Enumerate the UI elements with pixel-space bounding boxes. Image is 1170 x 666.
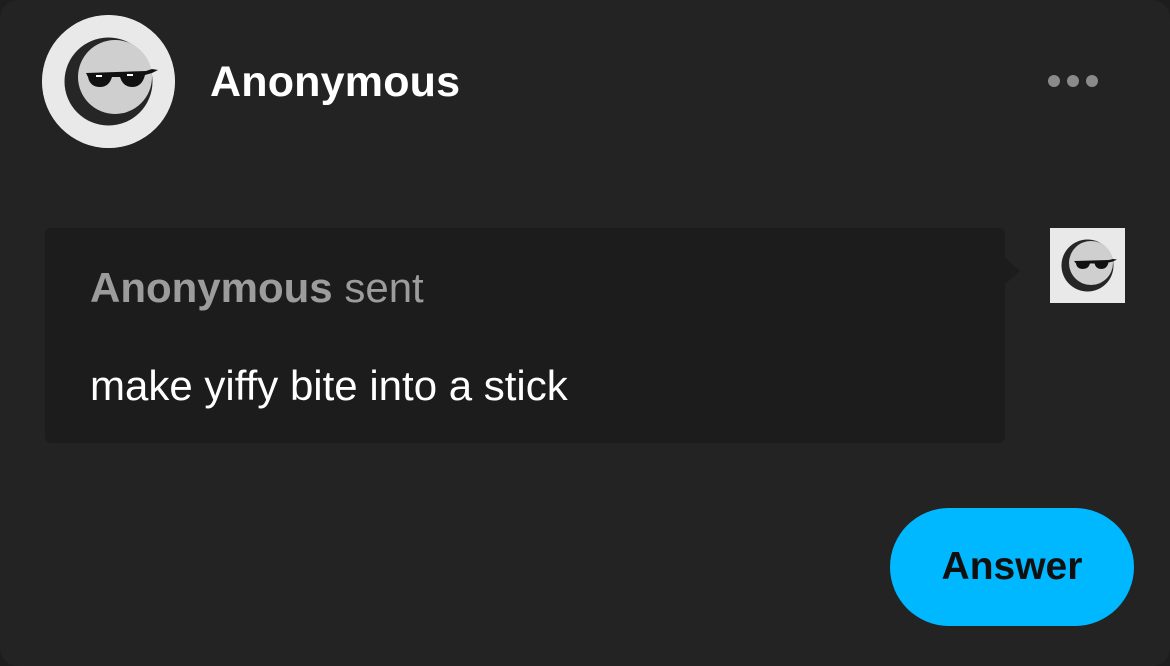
avatar[interactable] [42,15,175,148]
answer-button[interactable]: Answer [890,508,1134,626]
sender-avatar[interactable] [1050,228,1125,303]
more-horizontal-icon-dot [1067,75,1079,87]
more-horizontal-icon-dot [1086,75,1098,87]
anonymous-sunglasses-icon [1050,228,1125,303]
sender-line: Anonymous sent [90,264,424,312]
anonymous-sunglasses-icon [42,15,175,148]
sender-name: Anonymous [90,264,333,311]
ask-card: Anonymous Anonymous sent make yiffy bite… [0,0,1170,666]
message-bubble [45,228,1005,443]
more-horizontal-icon [1048,75,1060,87]
username[interactable]: Anonymous [210,58,460,107]
sent-label: sent [344,264,424,311]
more-options-button[interactable] [1040,66,1106,96]
message-text: make yiffy bite into a stick [90,362,568,409]
bubble-tail [1004,257,1020,285]
